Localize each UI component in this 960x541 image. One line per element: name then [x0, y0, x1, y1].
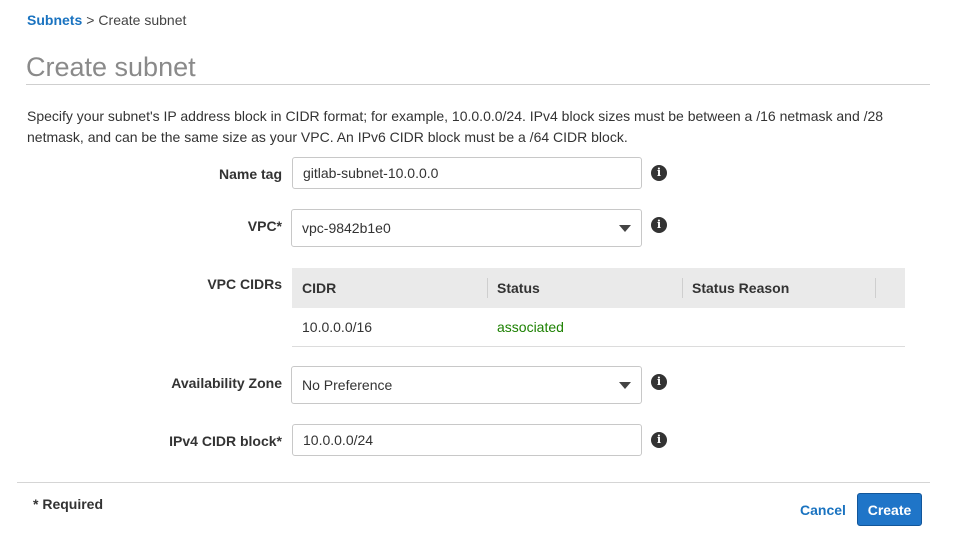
column-header-cidr: CIDR: [302, 280, 337, 296]
column-header-status: Status: [487, 268, 682, 308]
vpc-select[interactable]: vpc-9842b1e0: [291, 209, 642, 247]
availability-zone-label: Availability Zone: [171, 375, 282, 391]
create-button[interactable]: Create: [857, 493, 922, 526]
cancel-button[interactable]: Cancel: [800, 502, 846, 518]
name-tag-label: Name tag: [218, 166, 282, 182]
breadcrumb: Subnets > Create subnet: [27, 12, 186, 28]
breadcrumb-current: Create subnet: [98, 12, 187, 28]
vpc-info-icon[interactable]: i: [651, 217, 667, 233]
vpc-cidrs-table: CIDR Status Status Reason 10.0.0.0/16 as…: [292, 268, 905, 347]
vpc-select-value: vpc-9842b1e0: [302, 220, 391, 236]
ipv4-cidr-input[interactable]: [292, 424, 642, 456]
vpc-cidrs-label: VPC CIDRs: [207, 276, 282, 292]
cidr-cell: 10.0.0.0/16: [292, 308, 487, 347]
table-row: 10.0.0.0/16 associated: [292, 308, 905, 347]
status-cell: associated: [487, 308, 682, 347]
chevron-down-icon: [619, 382, 631, 389]
column-header-status-reason: Status Reason: [682, 268, 875, 308]
create-subnet-page: Subnets > Create subnet Create subnet Sp…: [0, 0, 960, 541]
column-header-spacer: [875, 268, 905, 308]
chevron-down-icon: [619, 225, 631, 232]
footer-divider: [17, 482, 930, 483]
availability-zone-info-icon[interactable]: i: [651, 374, 667, 390]
vpc-label: VPC*: [247, 218, 282, 234]
form-description: Specify your subnet's IP address block i…: [27, 108, 884, 145]
ipv4-cidr-label: IPv4 CIDR block*: [169, 433, 282, 449]
name-tag-info-icon[interactable]: i: [651, 165, 667, 181]
table-header-row: CIDR Status Status Reason: [292, 268, 905, 308]
spacer-cell: [875, 308, 905, 347]
required-note: * Required: [33, 496, 104, 512]
name-tag-input[interactable]: [292, 157, 642, 189]
breadcrumb-subnets-link[interactable]: Subnets: [27, 12, 82, 28]
availability-zone-select[interactable]: No Preference: [291, 366, 642, 404]
ipv4-cidr-info-icon[interactable]: i: [651, 432, 667, 448]
breadcrumb-separator: >: [86, 12, 95, 28]
page-title: Create subnet: [26, 52, 196, 82]
title-divider: [26, 84, 930, 85]
status-reason-cell: [682, 308, 875, 347]
availability-zone-select-value: No Preference: [302, 377, 393, 393]
